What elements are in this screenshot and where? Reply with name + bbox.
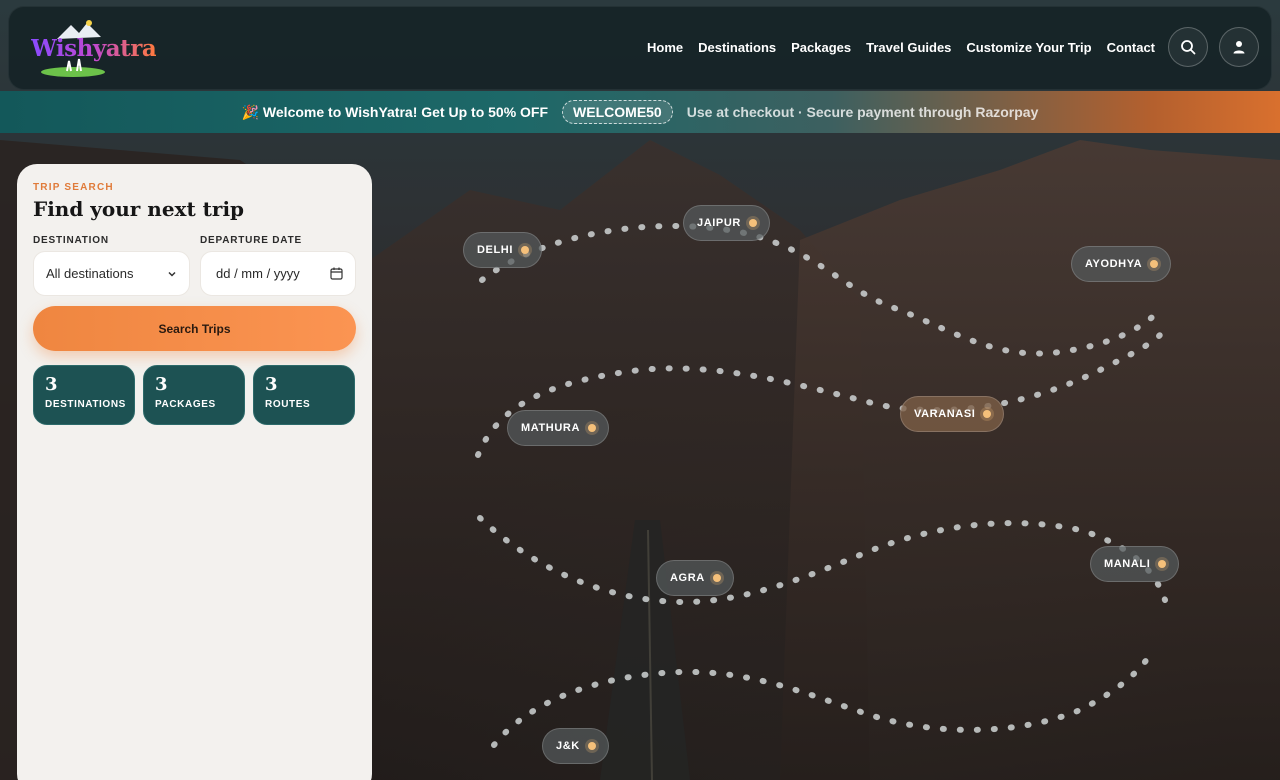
route-agra-manali <box>477 515 1168 606</box>
search-trips-button[interactable]: Search Trips <box>33 306 356 351</box>
map-pin-agra[interactable]: AGRA <box>656 560 734 596</box>
destination-label: DESTINATION <box>33 235 109 246</box>
stat-value: 3 <box>265 374 278 395</box>
destination-value: All destinations <box>46 266 134 281</box>
map-pin-mathura[interactable]: MATHURA <box>507 410 609 446</box>
destination-select[interactable]: All destinations <box>33 251 190 296</box>
stat-destinations[interactable]: 3 DESTINATIONS <box>33 365 135 425</box>
pin-dot-icon <box>521 246 529 254</box>
pin-label: AGRA <box>670 572 705 584</box>
chevron-down-icon <box>168 271 176 277</box>
route-delhi-ayodhya <box>479 222 1163 357</box>
stat-label: DESTINATIONS <box>45 399 126 410</box>
calendar-icon[interactable] <box>330 267 343 280</box>
stat-label: ROUTES <box>265 399 311 410</box>
pin-dot-icon <box>748 219 757 227</box>
date-placeholder: dd / mm / yyyy <box>216 266 300 281</box>
map-pin-manali[interactable]: MANALI <box>1090 546 1180 582</box>
map-pin-ayodhya[interactable]: AYODHYA <box>1071 246 1172 282</box>
stat-value: 3 <box>155 374 168 395</box>
pin-label: MATHURA <box>521 422 580 434</box>
stat-routes[interactable]: 3 ROUTES <box>253 365 355 425</box>
panel-title: Find your next trip <box>33 197 245 221</box>
pin-label: DELHI <box>477 244 513 256</box>
departure-date-input[interactable]: dd / mm / yyyy <box>200 251 356 296</box>
pin-dot-icon <box>587 742 596 750</box>
map-pin-jaipur[interactable]: JAIPUR <box>683 205 770 241</box>
stat-value: 3 <box>45 374 58 395</box>
pin-dot-icon <box>588 424 596 432</box>
stat-packages[interactable]: 3 PACKAGES <box>143 365 245 425</box>
pin-label: AYODHYA <box>1085 258 1143 270</box>
date-label: DEPARTURE DATE <box>200 235 302 246</box>
pin-dot-icon <box>712 574 721 582</box>
panel-kicker: TRIP SEARCH <box>33 182 114 193</box>
map-pin-delhi[interactable]: DELHI <box>463 232 542 268</box>
pin-label: VARANASI <box>914 408 976 420</box>
pin-dot-icon <box>1158 560 1167 568</box>
stat-label: PACKAGES <box>155 399 216 410</box>
pin-dot-icon <box>983 410 992 418</box>
map-pin-jk[interactable]: J&K <box>542 728 609 764</box>
trip-search-panel: TRIP SEARCH Find your next trip DESTINAT… <box>17 164 372 780</box>
pin-label: MANALI <box>1104 558 1151 570</box>
map-pin-varanasi[interactable]: VARANASI <box>900 396 1005 432</box>
pin-label: JAIPUR <box>697 217 741 229</box>
pin-dot-icon <box>1150 260 1159 268</box>
pin-label: J&K <box>556 740 580 752</box>
